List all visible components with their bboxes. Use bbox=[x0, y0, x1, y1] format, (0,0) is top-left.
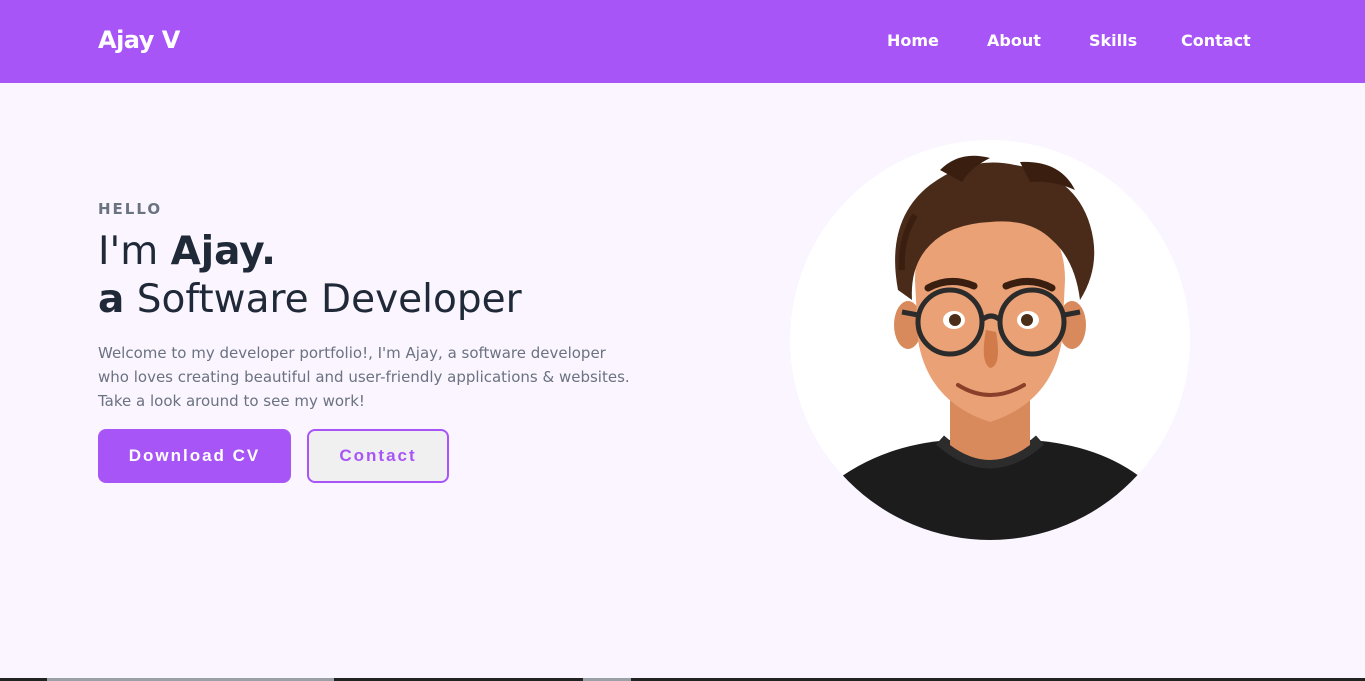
nav-link-skills[interactable]: Skills bbox=[1089, 31, 1137, 50]
brand-logo[interactable]: Ajay V bbox=[98, 26, 180, 54]
nav-link-about[interactable]: About bbox=[987, 31, 1041, 50]
nav-link-contact[interactable]: Contact bbox=[1181, 31, 1251, 50]
headline-article: a bbox=[98, 277, 125, 322]
hero-eyebrow: HELLO bbox=[98, 200, 163, 218]
avatar bbox=[790, 140, 1190, 540]
avatar-portrait-icon bbox=[790, 155, 1190, 540]
headline-prefix: I'm bbox=[98, 229, 171, 274]
hero-intro: Welcome to my developer portfolio!, I'm … bbox=[98, 344, 630, 410]
headline-name: Ajay. bbox=[170, 229, 276, 274]
headline-role: Software Developer bbox=[124, 277, 522, 322]
hero-headline: I'm Ajay. a Software Developer bbox=[98, 228, 658, 324]
nav-link-home[interactable]: Home bbox=[887, 31, 939, 50]
download-cv-button[interactable]: Download CV bbox=[98, 429, 291, 483]
contact-button[interactable]: Contact bbox=[307, 429, 449, 483]
top-navbar: Ajay V Home About Skills Contact bbox=[0, 0, 1365, 83]
